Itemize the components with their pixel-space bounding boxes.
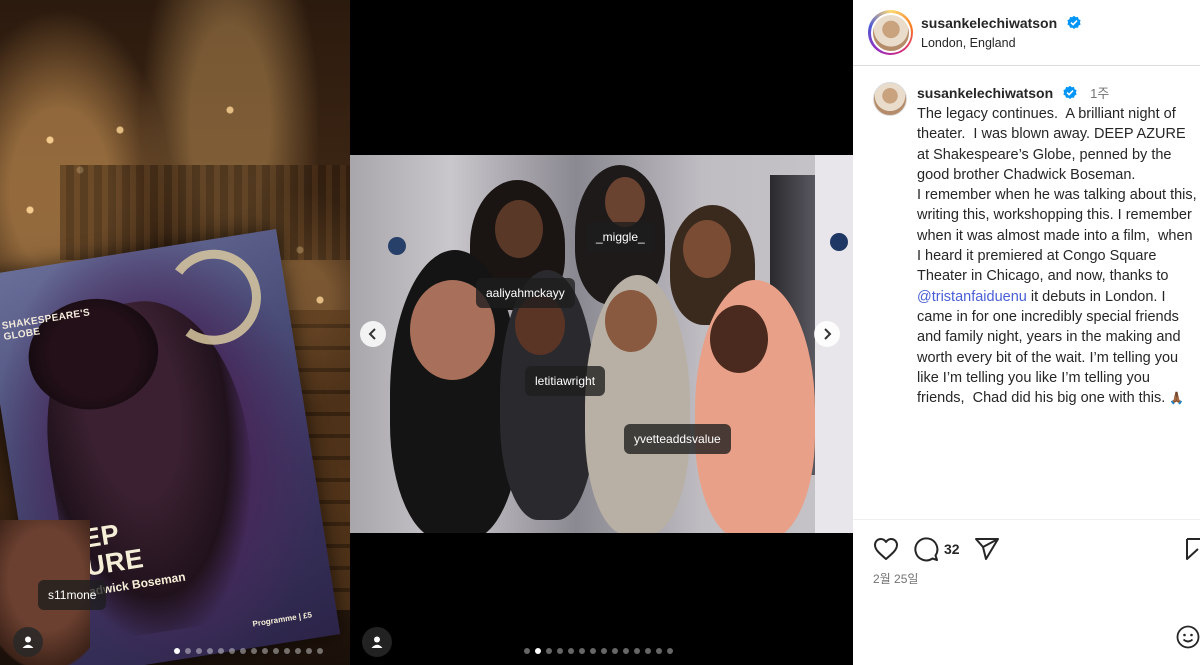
group-selfie-photo (350, 155, 853, 533)
carousel-dot (251, 648, 257, 654)
time-ago[interactable]: 1주 (1090, 86, 1109, 101)
carousel-dot (557, 648, 563, 654)
carousel-dot (262, 648, 268, 654)
carousel-dot-active (535, 648, 541, 654)
caption-text-part: The legacy continues. A brilliant night … (917, 106, 1197, 285)
carousel-dot (546, 648, 552, 654)
face (605, 177, 645, 227)
carousel-dot (207, 648, 213, 654)
header-username[interactable]: susankelechiwatson (921, 15, 1057, 31)
carousel-dot (623, 648, 629, 654)
carousel-dot (524, 648, 530, 654)
share-icon (974, 538, 999, 560)
carousel-dot (306, 648, 312, 654)
user-tag-icon[interactable] (362, 627, 392, 657)
header-avatar[interactable] (868, 10, 913, 55)
carousel-dot (568, 648, 574, 654)
user-tag-icon[interactable] (13, 627, 43, 657)
comment-count: 32 (944, 541, 960, 557)
caption-username-row: susankelechiwatson 1주 (917, 83, 1109, 103)
caption-avatar[interactable] (873, 82, 907, 116)
post-header: susankelechiwatson London, England (853, 0, 1200, 66)
previous-button[interactable] (360, 321, 386, 347)
emoji-picker-button[interactable] (1176, 625, 1200, 654)
praying-hands-emoji: 🙏🏾 (1169, 391, 1185, 406)
heart-icon (874, 538, 898, 560)
carousel-dots (174, 648, 323, 654)
user-tag-miggle[interactable]: _miggle_ (586, 222, 655, 252)
post-date[interactable]: 2월 25일 (873, 570, 918, 587)
caption-mention-link[interactable]: @tristanfaiduenu (917, 289, 1027, 305)
carousel-dot (579, 648, 585, 654)
next-button[interactable] (814, 321, 840, 347)
action-bar: 32 (873, 535, 1014, 563)
user-tag-s11mone[interactable]: s11mone (38, 580, 107, 610)
comment-icon (914, 537, 939, 562)
face (683, 220, 731, 278)
programme-price: Programme | £5 (251, 610, 313, 629)
carousel-dot (273, 648, 279, 654)
bookmark-icon (1186, 538, 1200, 560)
user-tag-aaliyahmckayy[interactable]: aaliyahmckayy (476, 278, 575, 308)
chevron-left-icon (368, 328, 376, 340)
face (605, 290, 657, 352)
post-sidebar: susankelechiwatson London, England susan… (853, 0, 1200, 665)
caption-text-part: it debuts in London. I came in for one i… (917, 288, 1185, 407)
save-button[interactable] (1186, 537, 1200, 566)
emoji-icon (1176, 625, 1200, 649)
wall-sign (830, 233, 848, 251)
carousel-dot (590, 648, 596, 654)
verified-badge-icon (1067, 15, 1081, 29)
carousel-dot (196, 648, 202, 654)
middle-media[interactable]: _miggle_ aaliyahmckayy letitiawright yve… (350, 0, 853, 665)
like-button[interactable] (873, 537, 899, 561)
chevron-right-icon (824, 328, 832, 340)
face (495, 200, 543, 258)
carousel-dot (218, 648, 224, 654)
carousel-dot (284, 648, 290, 654)
carousel-dot (295, 648, 301, 654)
carousel-dot (185, 648, 191, 654)
share-button[interactable] (974, 537, 1000, 561)
carousel-dot (612, 648, 618, 654)
carousel-dot (601, 648, 607, 654)
comment-button[interactable]: 32 (913, 536, 960, 562)
caption-username[interactable]: susankelechiwatson (917, 85, 1053, 101)
face (710, 305, 768, 373)
carousel-dots (524, 648, 673, 654)
carousel-dot-active (174, 648, 180, 654)
header-username-row: susankelechiwatson (921, 15, 1082, 33)
carousel-dot (229, 648, 235, 654)
carousel-dot (240, 648, 246, 654)
carousel-dot (645, 648, 651, 654)
carousel-dot (317, 648, 323, 654)
verified-badge-icon (1063, 85, 1077, 99)
user-tag-letitiawright[interactable]: letitiawright (525, 366, 606, 396)
user-tag-yvetteaddsvalue[interactable]: yvetteaddsvalue (624, 424, 731, 454)
caption-text: The legacy continues. A brilliant night … (917, 104, 1197, 408)
left-media-image[interactable]: SHAKESPEARE'S GLOBE DEEP AZURE By Chadwi… (0, 0, 350, 665)
carousel-dot (656, 648, 662, 654)
wall-sign (388, 237, 406, 255)
header-location[interactable]: London, England (921, 36, 1016, 50)
divider (853, 519, 1200, 520)
carousel-dot (634, 648, 640, 654)
carousel-dot (667, 648, 673, 654)
